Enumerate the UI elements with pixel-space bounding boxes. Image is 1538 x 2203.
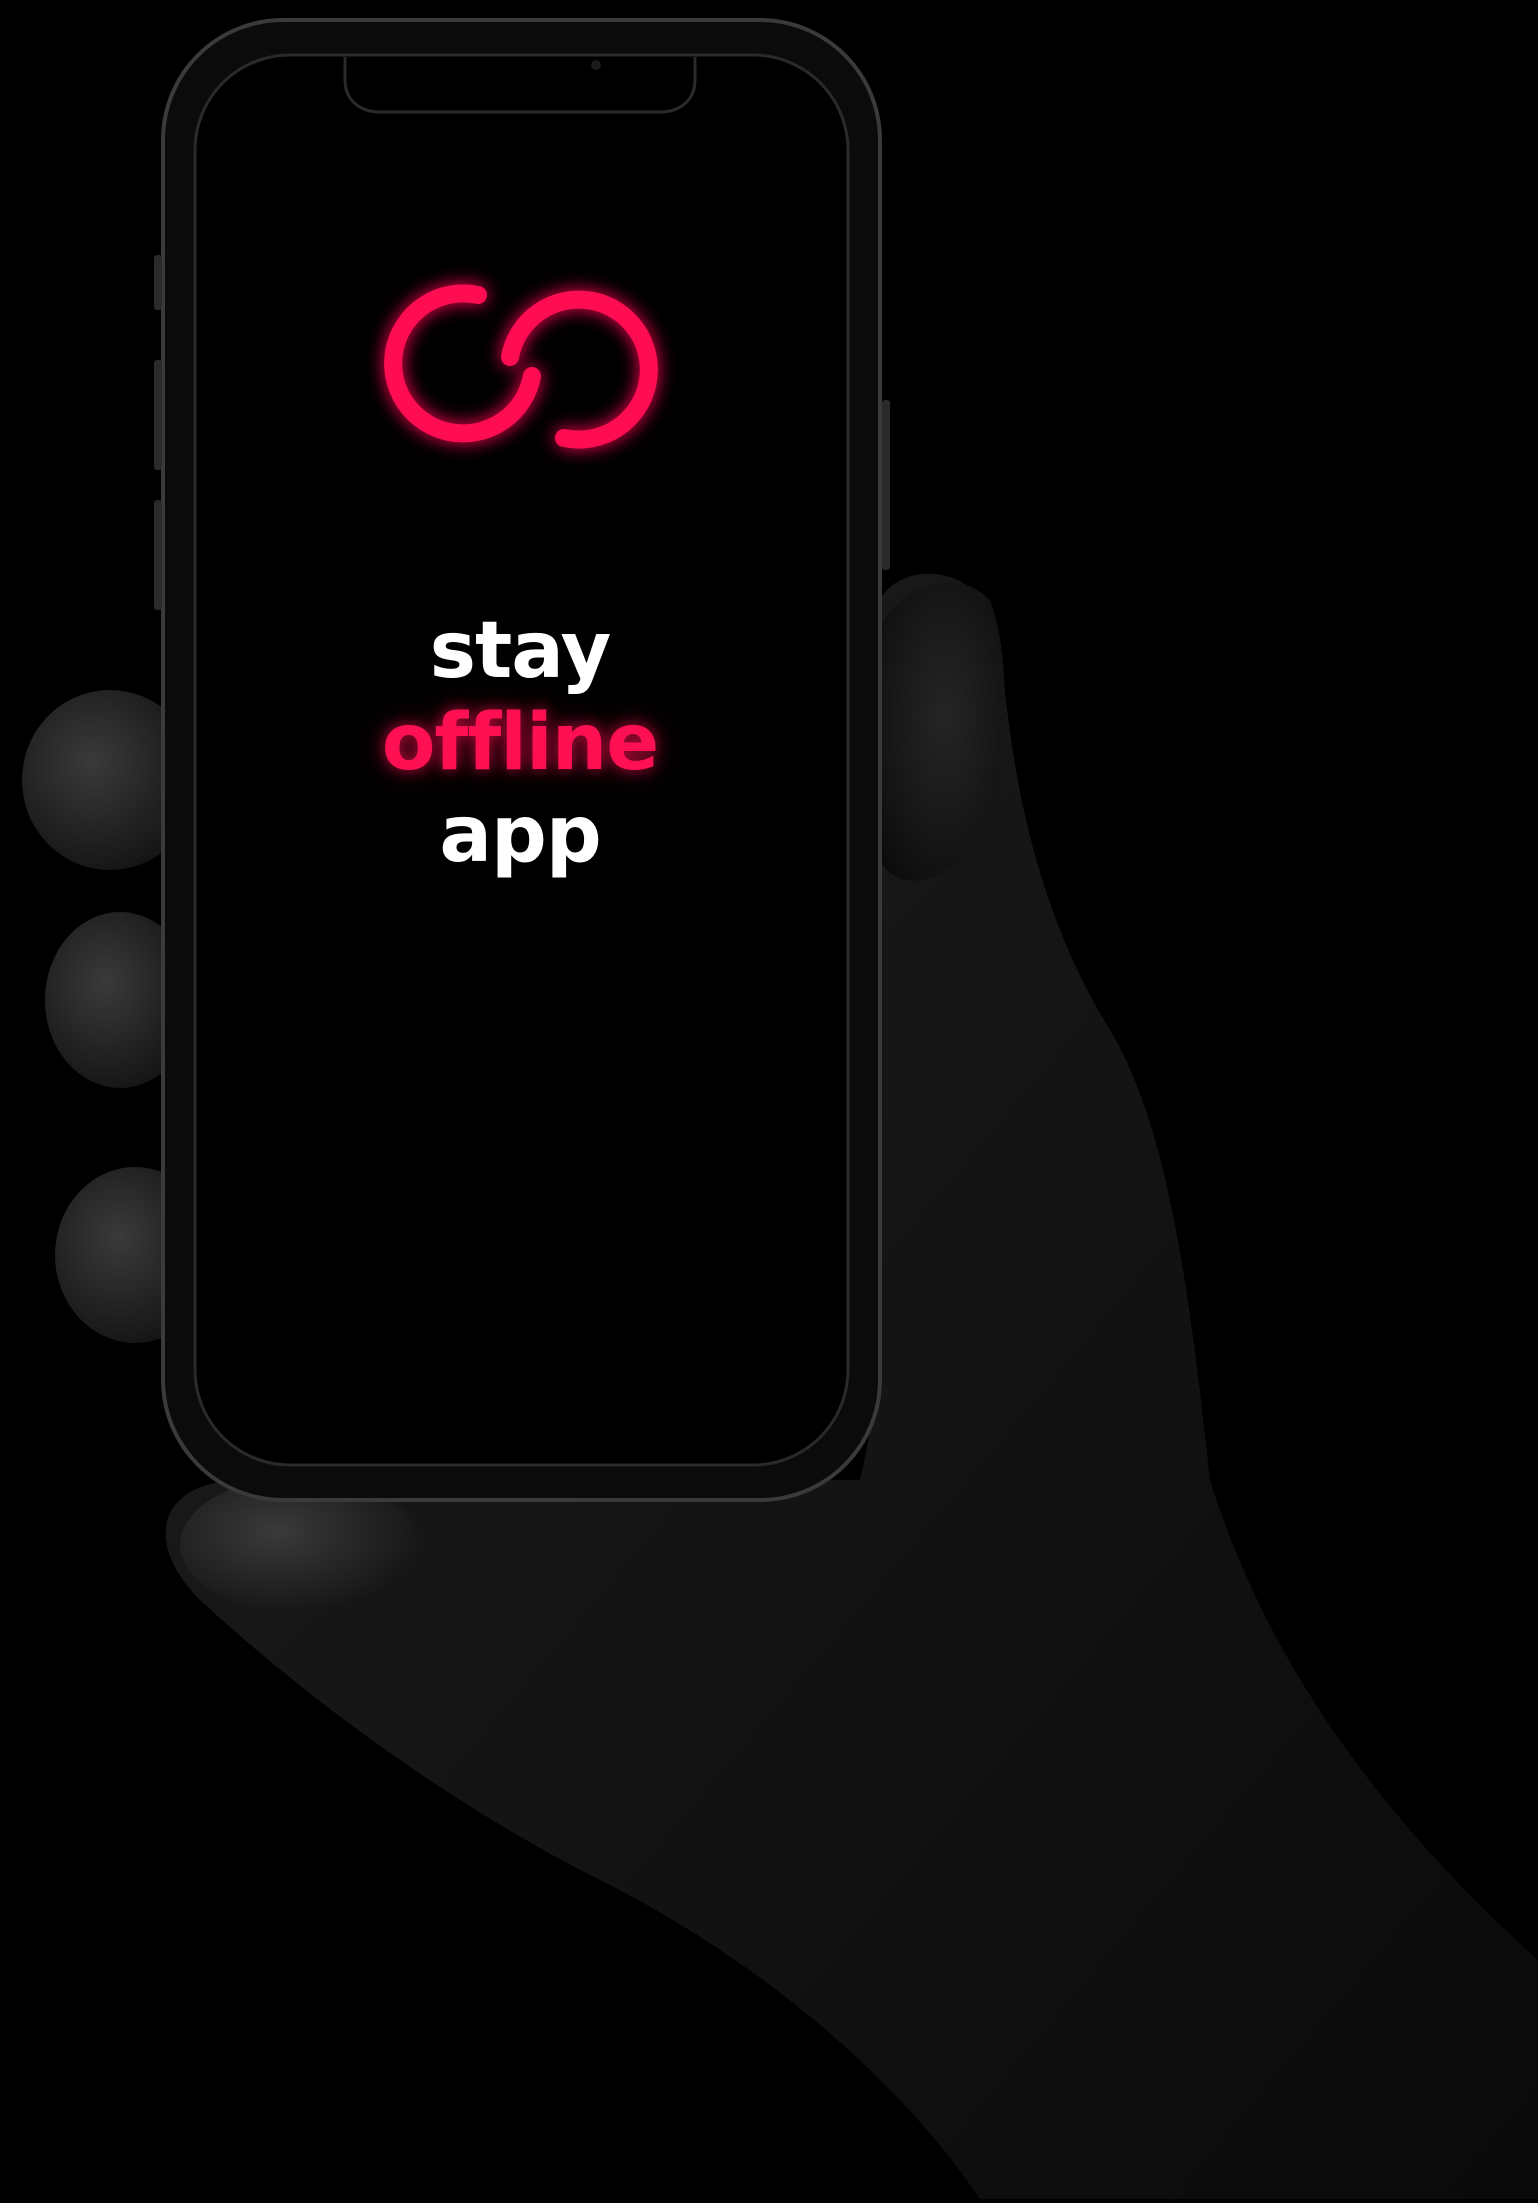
- tagline-line-offline: offline: [381, 698, 659, 788]
- app-tagline: stay offline app: [200, 605, 840, 881]
- phone-mockup-scene: stay offline app: [0, 0, 1538, 2199]
- tagline-line-app: app: [439, 790, 601, 880]
- app-splash-screen: stay offline app: [200, 60, 840, 1460]
- tagline-line-stay: stay: [429, 606, 612, 696]
- side-button-volume-down: [154, 500, 162, 610]
- side-button-power: [882, 400, 890, 570]
- side-button-volume-up: [154, 360, 162, 470]
- side-button-mute: [154, 255, 162, 310]
